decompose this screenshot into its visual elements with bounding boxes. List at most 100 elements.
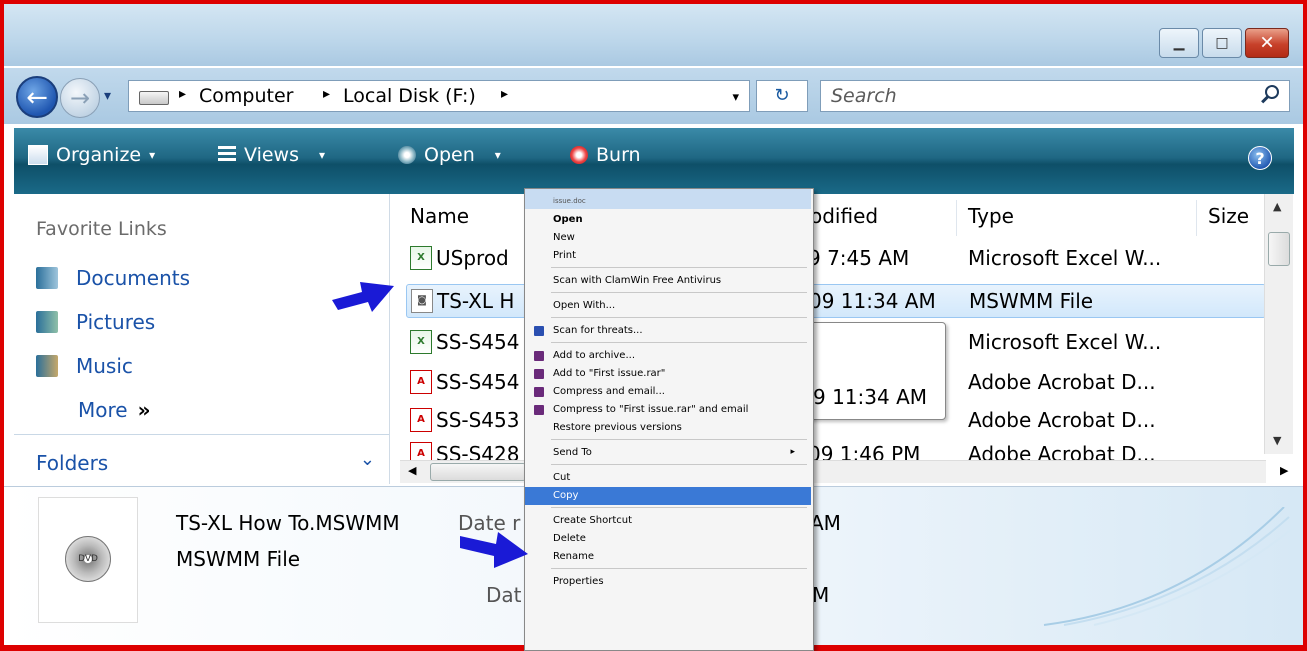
menu-separator (551, 439, 807, 440)
info-tooltip: 9 11:34 AM (800, 322, 946, 420)
menu-item-icon (534, 326, 544, 336)
scroll-right-icon[interactable]: ▶ (1280, 464, 1288, 477)
command-toolbar: Organize ▾ Views ▾ Open ▾ Burn ? (14, 128, 1294, 194)
menu-item-print[interactable]: Print (525, 247, 811, 265)
minimize-icon: ▁ (1173, 35, 1185, 51)
pdf-file-icon: A (410, 442, 432, 460)
close-button[interactable]: ✕ (1245, 28, 1289, 58)
column-header-modified[interactable]: odified (810, 204, 878, 228)
menu-item-icon (534, 387, 544, 397)
menu-item-icon (534, 369, 544, 379)
pictures-icon (36, 311, 58, 333)
recent-pages-dropdown[interactable]: ▾ (104, 88, 111, 104)
burn-button[interactable]: Burn (570, 144, 641, 166)
minimize-button[interactable]: ▁ (1159, 28, 1199, 58)
organize-button[interactable]: Organize ▾ (28, 144, 155, 166)
menu-item-label: Add to "First issue.rar" (553, 368, 666, 379)
menu-item-compress-and-email[interactable]: Compress and email... (525, 383, 811, 401)
folders-section[interactable]: Folders ⌄ (14, 434, 389, 485)
sidebar-item-label: Documents (76, 266, 191, 290)
menu-item-icon (534, 405, 544, 415)
details-filetype: MSWMM File (176, 547, 301, 571)
chevron-down-icon: ▾ (319, 148, 326, 162)
scroll-left-icon[interactable]: ◀ (408, 464, 416, 477)
menu-item-properties[interactable]: Properties (525, 573, 811, 591)
menu-item-scan-for-threats[interactable]: Scan for threats... (525, 322, 811, 340)
menu-item-new[interactable]: New (525, 229, 811, 247)
file-type: Adobe Acrobat D... (968, 408, 1156, 432)
sidebar-item-music[interactable]: Music (36, 354, 133, 378)
sidebar-item-label: Music (76, 354, 133, 378)
maximize-icon: □ (1215, 35, 1229, 51)
menu-item-scan-with-clamwin-free-antivirus[interactable]: Scan with ClamWin Free Antivirus (525, 272, 811, 290)
file-name: SS-S454 (436, 330, 520, 354)
column-header-size[interactable]: Size (1208, 204, 1249, 228)
search-icon[interactable] (1265, 85, 1279, 99)
menu-item-add-to-archive[interactable]: Add to archive... (525, 347, 811, 365)
breadcrumb-separator[interactable]: ▸ (179, 86, 186, 102)
address-dropdown-icon[interactable]: ▾ (732, 90, 739, 105)
forward-button[interactable]: → (60, 78, 100, 118)
breadcrumb-local-disk[interactable]: Local Disk (F:) (343, 85, 476, 107)
details-date-value: AM (810, 511, 841, 535)
menu-separator (551, 317, 807, 318)
menu-item-send-to[interactable]: Send To ▸ (525, 444, 811, 462)
sidebar-item-pictures[interactable]: Pictures (36, 310, 155, 334)
menu-item-create-shortcut[interactable]: Create Shortcut (525, 512, 811, 530)
file-date: 09 11:34 AM (809, 289, 936, 313)
scroll-thumb[interactable] (1268, 232, 1290, 266)
details-filename: TS-XL How To.MSWMM (176, 511, 400, 535)
menu-item-label: Scan for threats... (553, 325, 643, 336)
title-bar: ▁ □ ✕ (4, 4, 1303, 66)
sidebar-item-documents[interactable]: Documents (36, 266, 190, 290)
menu-item-restore-previous-versions[interactable]: Restore previous versions (525, 419, 811, 437)
excel-file-icon: X (410, 330, 432, 354)
menu-item-label: Print (553, 250, 577, 261)
menu-item-label: Restore previous versions (553, 422, 682, 433)
menu-item-icon (534, 351, 544, 361)
menu-item-copy[interactable]: Copy (525, 487, 811, 505)
file-type: Microsoft Excel W... (968, 330, 1162, 354)
column-header-name[interactable]: Name (410, 204, 469, 228)
breadcrumb-separator[interactable]: ▸ (323, 86, 330, 102)
scroll-thumb[interactable] (430, 463, 526, 481)
menu-item-rename[interactable]: Rename (525, 548, 811, 566)
menu-item-label: Send To (553, 447, 592, 458)
breadcrumb-computer[interactable]: Computer (199, 85, 293, 107)
help-button[interactable]: ? (1248, 146, 1272, 170)
menu-item-cut[interactable]: Cut (525, 469, 811, 487)
menu-separator (551, 507, 807, 508)
menu-item-add-to-first-issue-rar[interactable]: Add to "First issue.rar" (525, 365, 811, 383)
menu-item-delete[interactable]: Delete (525, 530, 811, 548)
menu-item-label: Copy (553, 490, 579, 501)
address-bar[interactable]: ▸ Computer ▸ Local Disk (F:) ▸ ▾ (128, 80, 750, 112)
file-date: 9 7:45 AM (808, 246, 910, 270)
pointer-arrow-icon (460, 532, 528, 568)
vertical-scrollbar[interactable]: ▲ ▼ (1264, 194, 1293, 454)
menu-item-label: Open With... (553, 300, 616, 311)
maximize-button[interactable]: □ (1202, 28, 1242, 58)
back-button[interactable]: ← (16, 76, 58, 118)
menu-item-compress-to-first-issue-rar-and-email[interactable]: Compress to "First issue.rar" and email (525, 401, 811, 419)
menu-item-label: Create Shortcut (553, 515, 632, 526)
navigation-pane: Favorite Links Documents Pictures Music … (14, 194, 390, 484)
search-input[interactable]: Search (820, 80, 1290, 112)
scroll-down-icon[interactable]: ▼ (1273, 434, 1281, 447)
dvd-icon: DVD (65, 536, 111, 582)
column-header-type[interactable]: Type (968, 204, 1014, 228)
column-divider[interactable] (956, 200, 957, 236)
drive-icon (139, 91, 169, 105)
breadcrumb-separator[interactable]: ▸ (501, 86, 508, 102)
sidebar-more-link[interactable]: More » (78, 398, 151, 422)
menu-item-label: Rename (553, 551, 595, 562)
refresh-button[interactable]: ↻ (756, 80, 808, 112)
menu-item-open[interactable]: Open (525, 211, 811, 229)
column-divider[interactable] (1196, 200, 1197, 236)
open-button[interactable]: Open ▾ (398, 144, 501, 166)
scroll-up-icon[interactable]: ▲ (1273, 200, 1281, 213)
menu-separator (551, 464, 807, 465)
views-button[interactable]: Views ▾ (218, 144, 325, 166)
documents-icon (36, 267, 58, 289)
ghost-selected-row: issue.doc (525, 189, 811, 209)
menu-item-open-with[interactable]: Open With... (525, 297, 811, 315)
